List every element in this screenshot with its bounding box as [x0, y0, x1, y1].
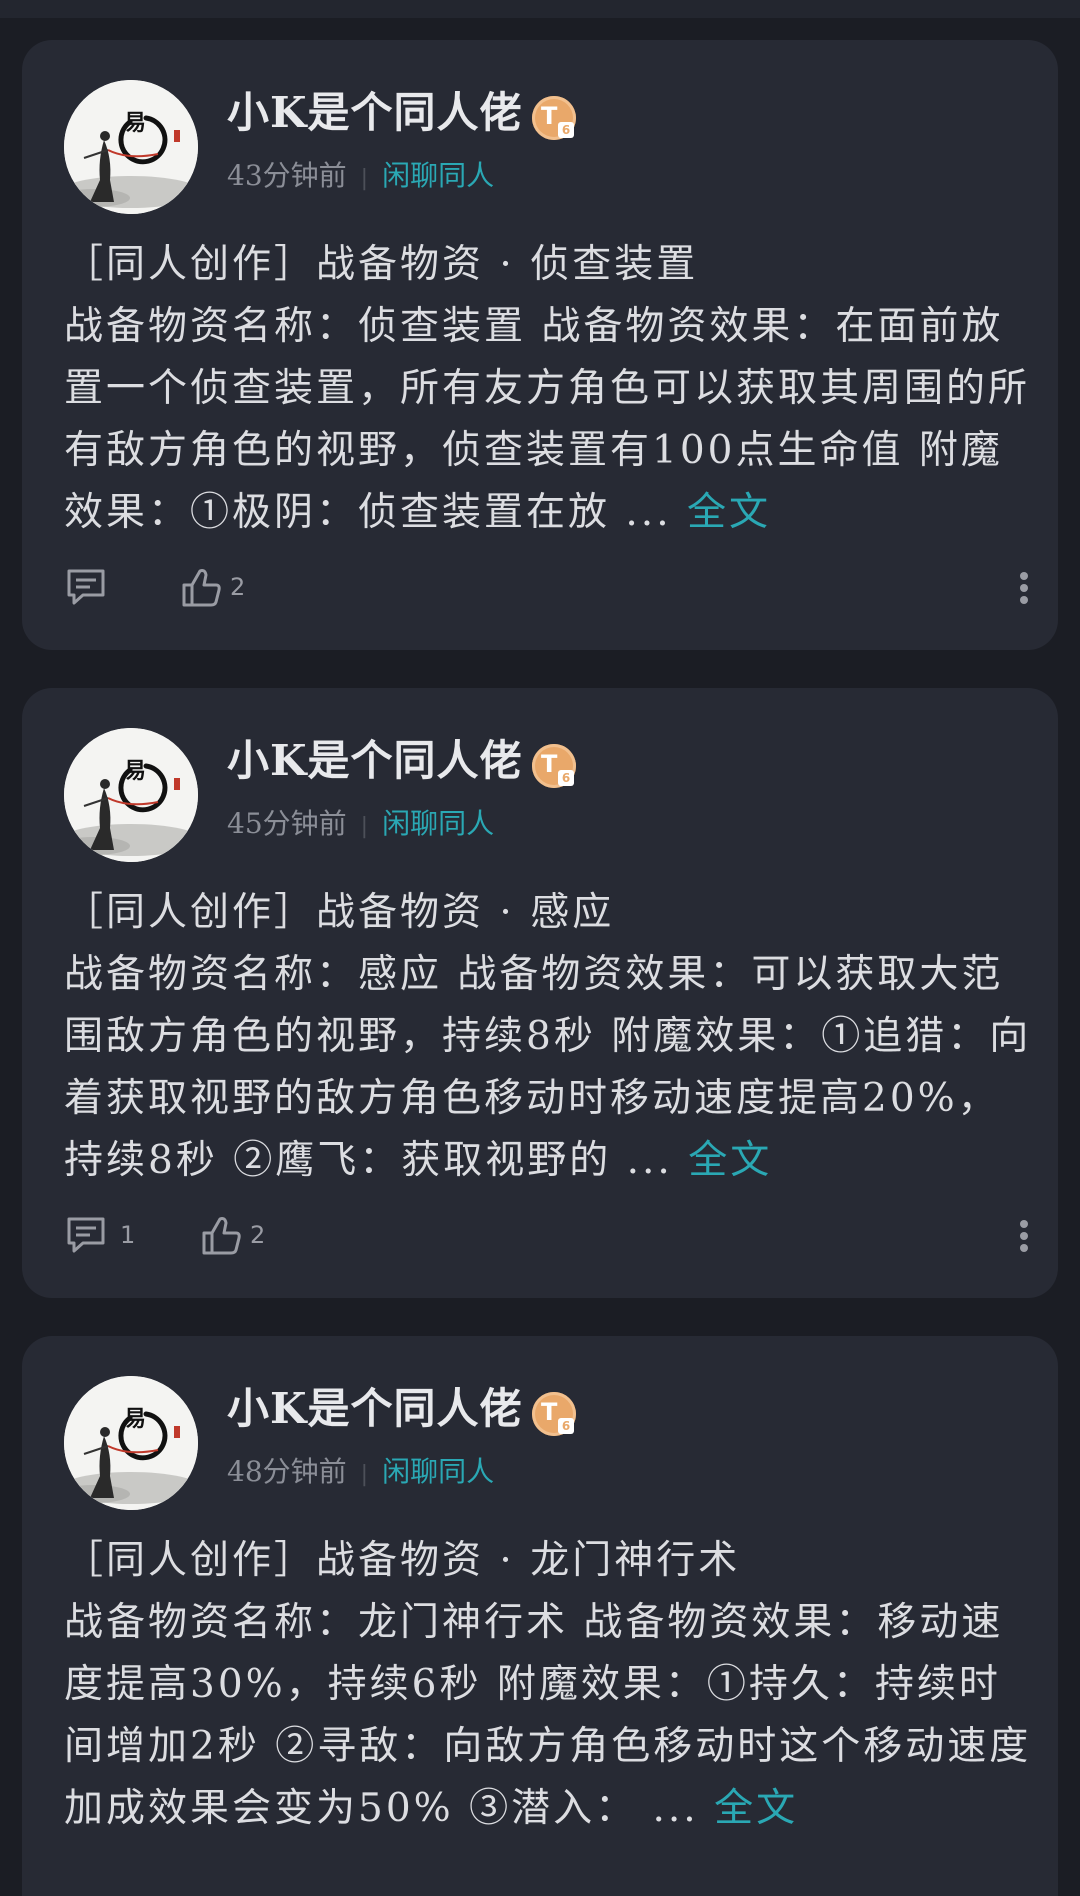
- action-bar: 1 2: [64, 1210, 1034, 1260]
- more-options-button[interactable]: [1014, 1216, 1034, 1256]
- thumbs-up-icon: [182, 569, 221, 607]
- like-count: 2: [230, 573, 246, 601]
- badge-level: 6: [558, 1418, 574, 1434]
- post-meta: 45分钟前 | 闲聊同人: [227, 806, 494, 845]
- post-content: 战备物资名称：侦查装置 战备物资效果：在面前放置一个侦查装置，所有友方角色可以获…: [64, 304, 1031, 535]
- post-body[interactable]: ［同人创作］战备物资 · 感应 战备物资名称：感应 战备物资效果：可以获取大范围…: [64, 882, 1034, 1192]
- ink-painting-avatar-icon: 易: [64, 1376, 198, 1510]
- post-time: 48分钟前: [227, 1455, 347, 1488]
- level-badge: T 6: [532, 96, 576, 140]
- post-time: 45分钟前: [227, 807, 347, 840]
- ink-painting-avatar-icon: 易: [64, 80, 198, 214]
- post-meta: 43分钟前 | 闲聊同人: [227, 158, 494, 197]
- post-title: ［同人创作］战备物资 · 感应: [64, 890, 615, 935]
- avatar[interactable]: 易: [64, 1376, 198, 1510]
- comment-count: 1: [120, 1221, 136, 1249]
- meta-divider: |: [360, 1462, 369, 1487]
- badge-letter: T: [541, 102, 558, 130]
- topic-link[interactable]: 闲聊同人: [382, 807, 494, 840]
- post-body[interactable]: ［同人创作］战备物资 · 侦查装置 战备物资名称：侦查装置 战备物资效果：在面前…: [64, 234, 1034, 544]
- post-meta: 48分钟前 | 闲聊同人: [227, 1454, 494, 1493]
- post-content: 战备物资名称：龙门神行术 战备物资效果：移动速度提高30%，持续6秒 附魔效果：…: [64, 1600, 1032, 1831]
- svg-text:易: 易: [124, 1406, 146, 1432]
- svg-text:易: 易: [124, 758, 146, 784]
- like-button[interactable]: 2: [200, 1210, 265, 1260]
- avatar[interactable]: 易: [64, 728, 198, 862]
- topic-link[interactable]: 闲聊同人: [382, 1455, 494, 1488]
- post-card[interactable]: 易 小K是个同人佬 T 6 43分钟前 | 闲聊同人 ［同人创作］战备物资 · 侦查…: [22, 40, 1058, 650]
- meta-divider: |: [360, 166, 369, 191]
- full-text-link[interactable]: 全文: [687, 490, 771, 535]
- author-name[interactable]: 小K是个同人佬: [227, 1384, 523, 1434]
- post-title: ［同人创作］战备物资 · 龙门神行术: [64, 1538, 741, 1583]
- badge-letter: T: [541, 750, 558, 778]
- topic-link[interactable]: 闲聊同人: [382, 159, 494, 192]
- comment-icon: [67, 569, 105, 605]
- more-vertical-icon: [1014, 1220, 1034, 1252]
- full-text-link[interactable]: 全文: [688, 1138, 772, 1183]
- post-card[interactable]: 易 小K是个同人佬 T 6 45分钟前 | 闲聊同人 ［同人创作］战备物资 · 感应…: [22, 688, 1058, 1298]
- like-button[interactable]: 2: [180, 562, 245, 612]
- post-content: 战备物资名称：感应 战备物资效果：可以获取大范围敌方角色的视野，持续8秒 附魔效…: [64, 952, 1032, 1183]
- avatar[interactable]: 易: [64, 80, 198, 214]
- meta-divider: |: [360, 814, 369, 839]
- badge-level: 6: [558, 122, 574, 138]
- post-body[interactable]: ［同人创作］战备物资 · 龙门神行术 战备物资名称：龙门神行术 战备物资效果：移…: [64, 1530, 1034, 1840]
- comment-button[interactable]: [64, 562, 120, 612]
- action-bar: 2: [64, 562, 1034, 612]
- badge-letter: T: [541, 1398, 558, 1426]
- post-title: ［同人创作］战备物资 · 侦查装置: [64, 242, 699, 287]
- top-divider: [0, 0, 1080, 18]
- comment-icon: [67, 1217, 105, 1253]
- more-options-button[interactable]: [1014, 568, 1034, 608]
- author-name[interactable]: 小K是个同人佬: [227, 736, 523, 786]
- comment-button[interactable]: 1: [64, 1210, 135, 1260]
- author-name[interactable]: 小K是个同人佬: [227, 88, 523, 138]
- post-card[interactable]: 易 小K是个同人佬 T 6 48分钟前 | 闲聊同人 ［同人创作］战备物资 · 龙门…: [22, 1336, 1058, 1896]
- level-badge: T 6: [532, 744, 576, 788]
- more-vertical-icon: [1014, 572, 1034, 604]
- full-text-link[interactable]: 全文: [714, 1786, 798, 1831]
- badge-level: 6: [558, 770, 574, 786]
- post-time: 43分钟前: [227, 159, 347, 192]
- like-count: 2: [250, 1221, 266, 1249]
- level-badge: T 6: [532, 1392, 576, 1436]
- svg-text:易: 易: [124, 110, 146, 136]
- ink-painting-avatar-icon: 易: [64, 728, 198, 862]
- thumbs-up-icon: [202, 1217, 241, 1255]
